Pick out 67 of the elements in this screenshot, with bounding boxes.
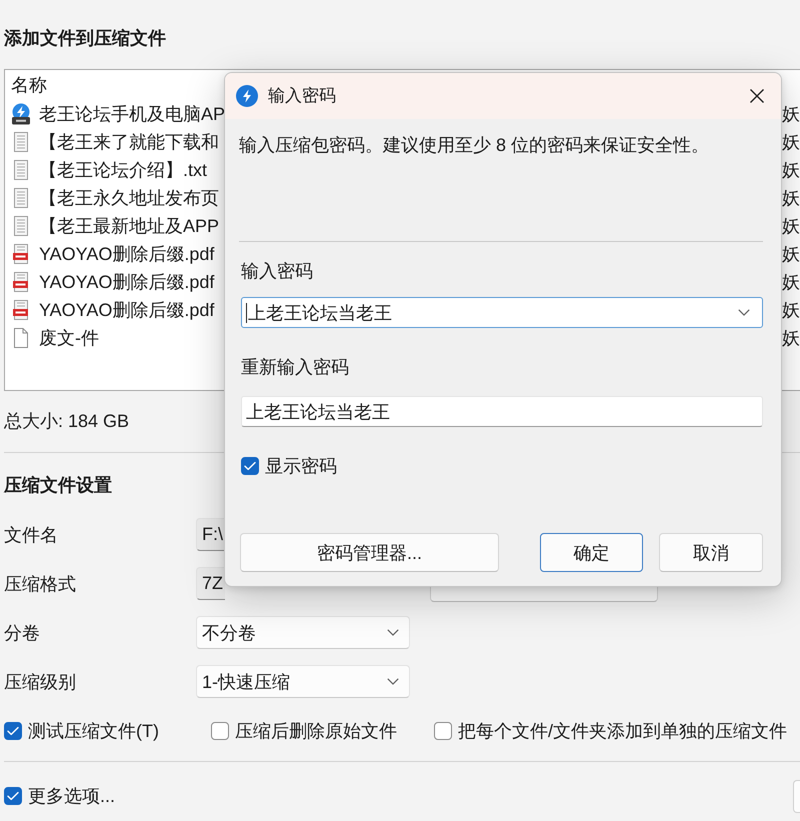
field-label: 压缩格式	[4, 572, 76, 596]
archive-file-icon	[11, 103, 31, 125]
checkmark-icon	[7, 791, 19, 801]
chevron-down-icon[interactable]	[387, 678, 399, 685]
table-cell-text: 妖	[782, 215, 800, 238]
checkbox[interactable]	[4, 722, 22, 740]
labeled-document-icon	[13, 243, 29, 265]
input-field[interactable]: 7Z	[196, 567, 225, 600]
file-name[interactable]: YAOYAO删除后缀.pdf	[39, 298, 214, 322]
file-name[interactable]: 【老王最新地址及APP	[39, 214, 220, 238]
lined-document-icon	[13, 131, 29, 153]
dialog-title: 输入密码	[268, 85, 336, 107]
dropdown[interactable]: 1-快速压缩	[196, 665, 410, 698]
cancel-button[interactable]: 取消	[659, 533, 763, 572]
table-cell-text: 妖	[782, 271, 800, 294]
chevron-down-icon[interactable]	[387, 629, 399, 636]
field-label: 文件名	[4, 524, 58, 546]
table-cell-text: 妖	[782, 243, 800, 266]
table-cell-text: 妖	[782, 187, 800, 210]
window-title: 添加文件到压缩文件	[4, 27, 166, 50]
checkbox-label[interactable]: 把每个文件/文件夹添加到单独的压缩文件	[458, 719, 788, 743]
labeled-document-icon	[13, 299, 29, 321]
file-name[interactable]: YAOYAO删除后缀.pdf	[39, 270, 214, 294]
description-text: 输入压缩包密码。建议使用至少 8 位的密码来保证安全性。	[239, 134, 710, 157]
table-cell-text: 妖	[782, 159, 800, 182]
table-cell-text: 妖	[782, 131, 800, 154]
checkbox[interactable]	[211, 722, 229, 740]
checkbox-label[interactable]: 压缩后删除原始文件	[235, 719, 397, 743]
input-field[interactable]: F:\	[196, 518, 225, 551]
table-cell-text: 妖	[782, 103, 800, 126]
lined-document-icon	[13, 215, 29, 237]
password-combo-box[interactable]: 上老王论坛当老王	[241, 297, 763, 328]
password-input[interactable]: 上老王论坛当老王	[241, 396, 763, 427]
checkbox-label[interactable]: 测试压缩文件(T)	[28, 719, 159, 743]
blank-document-icon	[13, 327, 29, 349]
checkbox[interactable]	[434, 722, 452, 740]
file-name[interactable]: 【老王来了就能下载和	[39, 130, 219, 154]
total-size-text: 总大小: 184 GB	[4, 410, 130, 433]
password-manager-button[interactable]: 密码管理器...	[240, 533, 499, 572]
labeled-document-icon	[13, 271, 29, 293]
file-name[interactable]: 废文-件	[39, 326, 99, 350]
table-cell-text: 妖	[782, 299, 800, 322]
checkbox[interactable]	[241, 457, 259, 475]
file-name[interactable]: 【老王永久地址发布页	[39, 186, 219, 210]
column-header[interactable]: 名称	[11, 73, 47, 97]
text-cursor	[246, 302, 247, 322]
table-cell-text: 妖	[782, 327, 800, 350]
field-label: 压缩级别	[4, 670, 76, 694]
file-name[interactable]: 【老王论坛介绍】.txt	[39, 158, 208, 182]
chevron-down-icon[interactable]	[738, 309, 750, 316]
close-icon[interactable]	[749, 88, 765, 104]
file-name[interactable]: 老王论坛手机及电脑AP	[39, 102, 226, 126]
checkmark-icon	[244, 461, 256, 471]
lined-document-icon	[13, 187, 29, 209]
checkbox[interactable]	[4, 787, 22, 805]
field-label: 输入密码	[241, 260, 313, 283]
checkbox-label[interactable]: 显示密码	[265, 454, 337, 478]
section-title: 压缩文件设置	[4, 474, 112, 497]
file-name[interactable]: YAOYAO删除后缀.pdf	[39, 242, 214, 266]
checkbox-label[interactable]: 更多选项...	[28, 784, 116, 808]
field-label: 重新输入密码	[241, 356, 349, 379]
ok-button[interactable]: 确定	[540, 533, 643, 572]
lightning-bolt-icon	[236, 85, 258, 107]
lined-document-icon	[13, 159, 29, 181]
field-label: 分卷	[4, 622, 40, 644]
checkmark-icon	[7, 726, 19, 736]
dropdown[interactable]: 不分卷	[196, 616, 410, 649]
